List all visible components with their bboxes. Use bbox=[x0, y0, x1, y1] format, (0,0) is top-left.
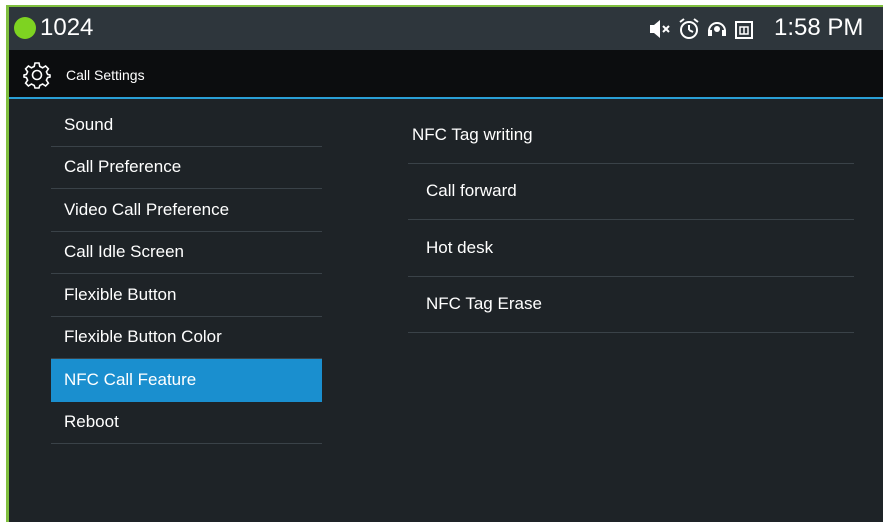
menu-item-flexible-button[interactable]: Flexible Button bbox=[51, 274, 322, 317]
menu-item-reboot[interactable]: Reboot bbox=[51, 402, 322, 444]
page-title: Call Settings bbox=[66, 67, 145, 83]
list-item-nfc-tag-erase[interactable]: NFC Tag Erase bbox=[408, 277, 854, 333]
menu-item-label: Call Preference bbox=[64, 157, 182, 177]
title-bar: Call Settings bbox=[9, 50, 883, 99]
menu-item-sound[interactable]: Sound bbox=[51, 104, 322, 147]
settings-menu: Sound Call Preference Video Call Prefere… bbox=[51, 104, 322, 444]
menu-item-label: Flexible Button bbox=[64, 284, 177, 304]
list-item-label: NFC Tag Erase bbox=[426, 294, 542, 314]
sim-icon bbox=[733, 17, 755, 41]
list-item-label: Call forward bbox=[426, 181, 517, 201]
menu-item-label: Flexible Button Color bbox=[64, 327, 222, 347]
menu-item-label: Reboot bbox=[64, 412, 119, 432]
mute-icon bbox=[649, 17, 671, 41]
menu-item-call-preference[interactable]: Call Preference bbox=[51, 147, 322, 189]
menu-item-label: NFC Call Feature bbox=[64, 369, 197, 389]
gear-icon[interactable] bbox=[23, 61, 51, 89]
menu-item-label: Sound bbox=[64, 114, 114, 134]
phone-screen: 1024 1:58 PM Call Settings Sound Call Pr… bbox=[9, 7, 883, 522]
list-item-call-forward[interactable]: Call forward bbox=[408, 164, 854, 220]
menu-item-flexible-button-color[interactable]: Flexible Button Color bbox=[51, 317, 322, 359]
status-bar: 1024 1:58 PM bbox=[9, 7, 883, 50]
alarm-icon bbox=[677, 17, 699, 41]
extension-number: 1024 bbox=[40, 14, 94, 41]
list-item-hot-desk[interactable]: Hot desk bbox=[408, 220, 854, 277]
status-time: 1:58 PM bbox=[774, 14, 864, 41]
nfc-feature-list: NFC Tag writing Call forward Hot desk NF… bbox=[408, 107, 854, 333]
menu-item-label: Video Call Preference bbox=[64, 199, 230, 219]
menu-item-nfc-call-feature[interactable]: NFC Call Feature bbox=[51, 359, 322, 402]
list-item-label: Hot desk bbox=[426, 237, 494, 257]
section-header-label: NFC Tag writing bbox=[412, 124, 533, 144]
menu-item-video-call-preference[interactable]: Video Call Preference bbox=[51, 189, 322, 232]
headset-icon bbox=[705, 17, 727, 41]
menu-item-call-idle-screen[interactable]: Call Idle Screen bbox=[51, 232, 322, 274]
menu-item-label: Call Idle Screen bbox=[64, 242, 185, 262]
status-icons bbox=[649, 16, 755, 42]
nfc-tag-writing-header: NFC Tag writing bbox=[408, 107, 854, 164]
status-indicator-icon bbox=[14, 17, 36, 39]
